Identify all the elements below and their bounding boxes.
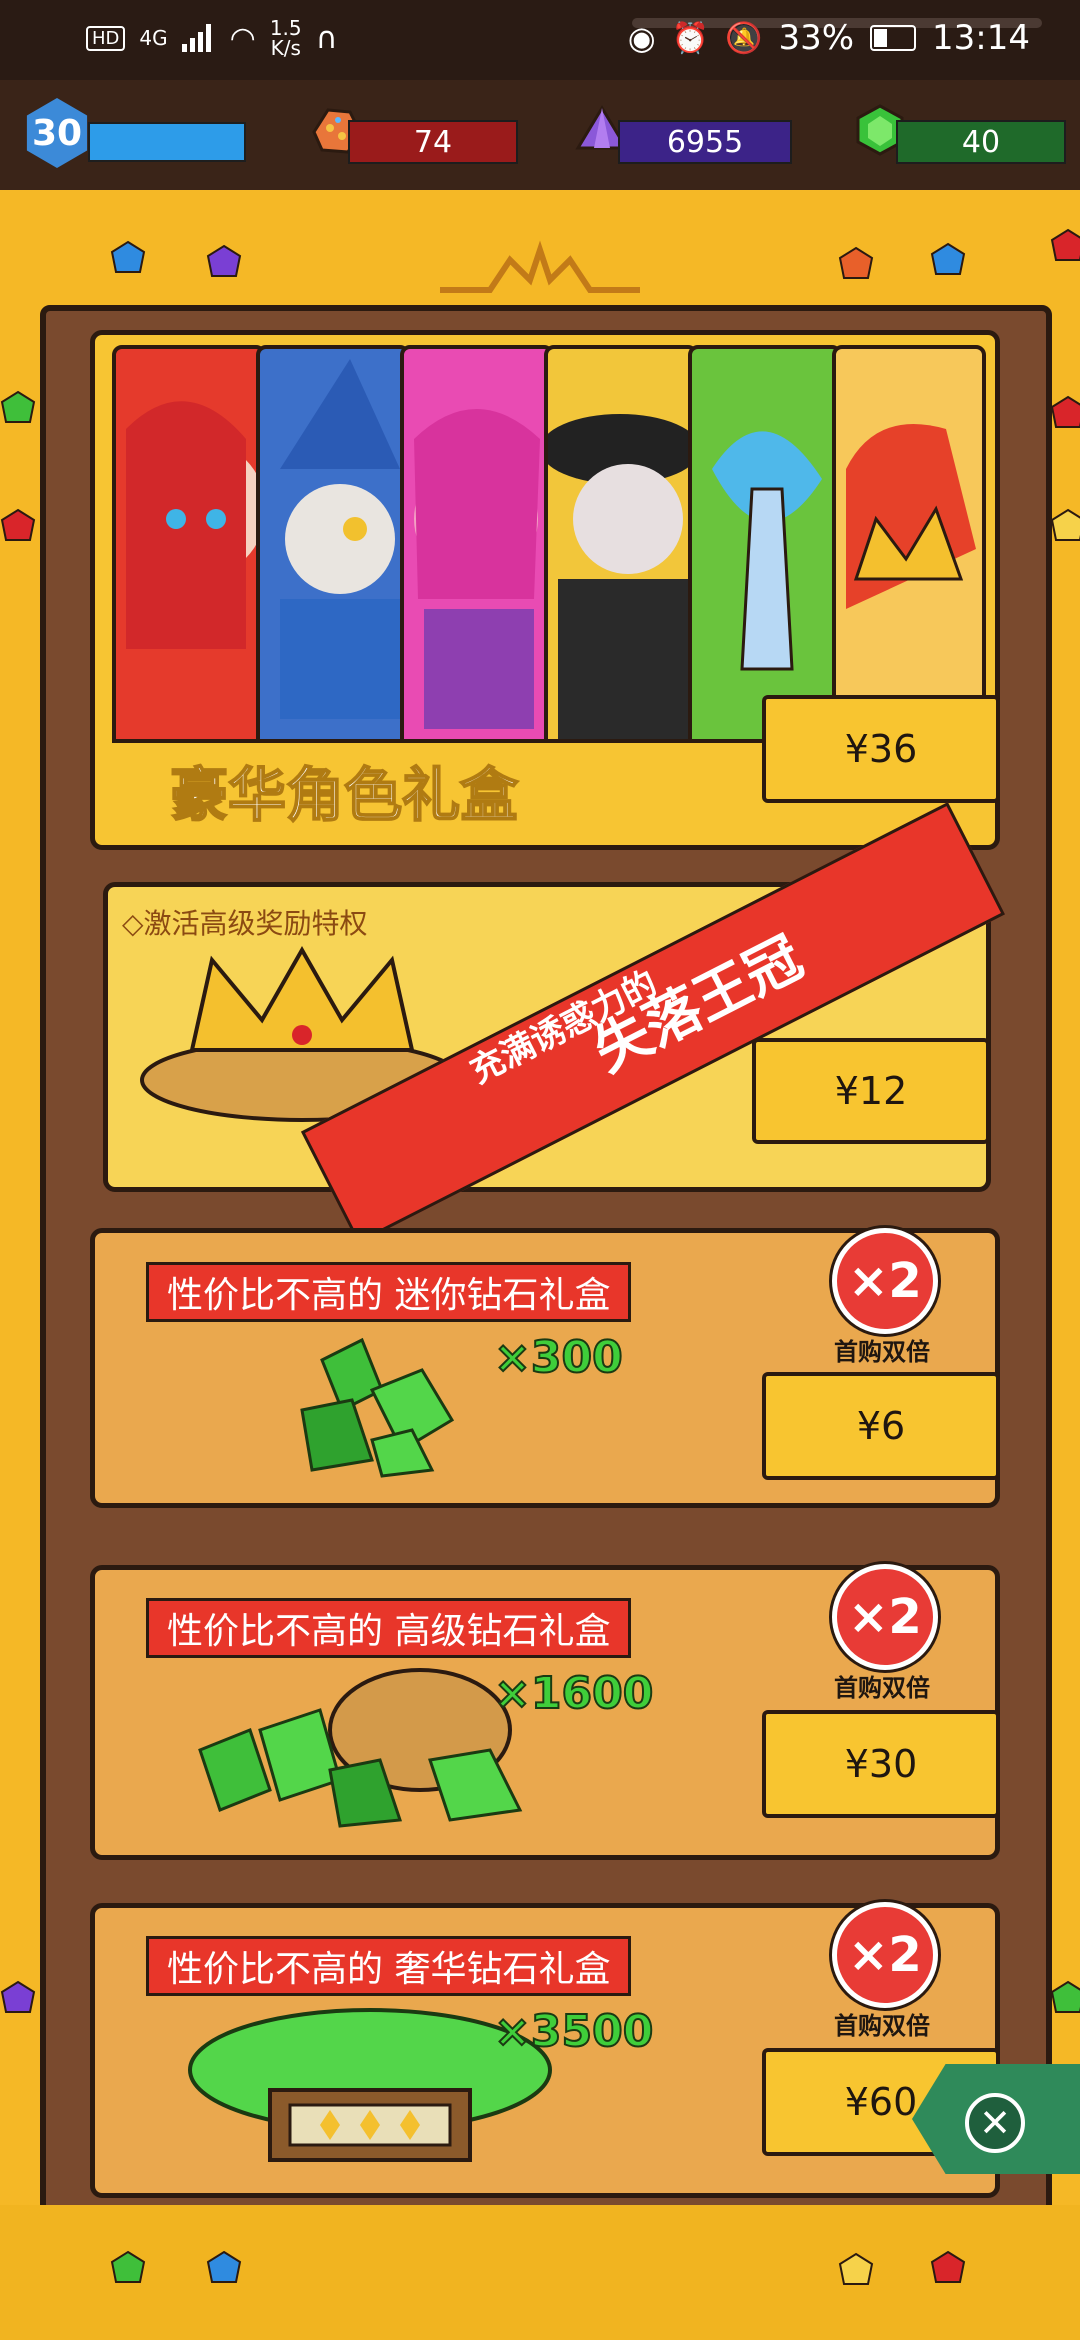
mini-gem-x2-caption: 首购双倍 bbox=[834, 1338, 930, 1366]
character-box-title: 豪华角色礼盒 bbox=[169, 760, 519, 830]
net-speed-unit: K/s bbox=[270, 36, 301, 60]
luxury-gem-title-text: 性价比不高的 奢华钻石礼盒 bbox=[167, 1949, 611, 1990]
frame-crest bbox=[440, 240, 640, 293]
clock: 13:14 bbox=[932, 18, 1030, 58]
network-type: 4G bbox=[139, 26, 168, 50]
gem-decor-icon bbox=[110, 2250, 146, 2283]
battery-percent: 33% bbox=[778, 18, 855, 58]
luxury-gem-price-label: ¥60 bbox=[844, 2080, 918, 2124]
luxury-gem-x2-caption: 首购双倍 bbox=[834, 2012, 930, 2040]
character-portrait-mermaid bbox=[112, 345, 266, 743]
gem-counter[interactable]: 40 bbox=[896, 120, 1066, 164]
gem-decor-icon bbox=[1050, 395, 1080, 428]
level-progress-bar bbox=[88, 122, 246, 162]
frame-bottom-border bbox=[0, 2205, 1080, 2340]
mini-gem-x2-badge: ×2 bbox=[832, 1228, 938, 1334]
resource-bar: 30 74 6955 40 bbox=[0, 80, 1080, 190]
mini-gem-pile-icon bbox=[300, 1337, 455, 1478]
gem-decor-icon bbox=[1050, 508, 1080, 541]
gem-decor-icon bbox=[930, 242, 966, 275]
net-speed-value: 1.5 bbox=[269, 16, 302, 40]
advanced-gem-price[interactable]: ¥30 bbox=[762, 1710, 1000, 1818]
net-speed: 1.5 K/s bbox=[270, 18, 302, 58]
advanced-gem-title-text: 性价比不高的 高级钻石礼盒 bbox=[167, 1611, 611, 1652]
luxury-gem-qty: ×3500 bbox=[493, 2005, 654, 2058]
character-portrait-sword bbox=[688, 345, 842, 743]
mini-gem-price-label: ¥6 bbox=[856, 1404, 906, 1448]
crystal-value: 6955 bbox=[666, 124, 744, 160]
character-box-price[interactable]: ¥36 bbox=[762, 695, 1000, 803]
advanced-gem-price-label: ¥30 bbox=[844, 1742, 918, 1786]
gem-decor-icon bbox=[838, 2252, 874, 2285]
character-box-price-label: ¥36 bbox=[844, 727, 918, 771]
battery-icon bbox=[870, 25, 917, 51]
signal-icon bbox=[181, 24, 216, 52]
character-portrait-demon bbox=[400, 345, 554, 743]
advanced-gem-qty: ×1600 bbox=[493, 1667, 654, 1720]
advanced-gem-title: 性价比不高的 高级钻石礼盒 bbox=[146, 1598, 632, 1658]
character-portrait-wizard bbox=[256, 345, 410, 743]
mini-gem-qty: ×300 bbox=[493, 1331, 624, 1384]
advanced-gem-x2-caption: 首购双倍 bbox=[834, 1674, 930, 1702]
level-badge[interactable]: 30 bbox=[26, 98, 88, 168]
wifi-icon: ◠ bbox=[229, 20, 256, 56]
gem-decor-icon bbox=[1050, 228, 1080, 261]
mini-gem-title-text: 性价比不高的 迷你钻石礼盒 bbox=[167, 1275, 611, 1316]
character-portrait-witch bbox=[544, 345, 698, 743]
crown-price[interactable]: ¥12 bbox=[752, 1038, 990, 1144]
crystal-counter[interactable]: 6955 bbox=[618, 120, 792, 164]
mute-bell-icon: 🔕 bbox=[725, 20, 763, 56]
hd-indicator: HD bbox=[86, 25, 126, 51]
ore-value: 74 bbox=[413, 124, 453, 160]
gem-decor-icon bbox=[206, 244, 242, 277]
luxury-gem-x2-badge: ×2 bbox=[832, 1902, 938, 2008]
headphone-icon: ∩ bbox=[315, 20, 338, 56]
status-left: HD 4G ◠ 1.5 K/s ∩ bbox=[86, 18, 338, 58]
gem-value: 40 bbox=[961, 124, 1001, 160]
status-bar: HD 4G ◠ 1.5 K/s ∩ ◉ ⏰ 🔕 33% 13:14 bbox=[0, 0, 1080, 80]
close-icon[interactable]: ✕ bbox=[965, 2093, 1025, 2153]
gem-decor-icon bbox=[0, 390, 36, 423]
gem-decor-icon bbox=[930, 2250, 966, 2283]
status-right: ◉ ⏰ 🔕 33% 13:14 bbox=[628, 18, 1030, 58]
eye-icon: ◉ bbox=[627, 19, 656, 57]
alarm-icon: ⏰ bbox=[671, 20, 710, 56]
ore-counter[interactable]: 74 bbox=[348, 120, 518, 164]
gem-decor-icon bbox=[206, 2250, 242, 2283]
gem-decor-icon bbox=[838, 246, 874, 279]
gem-decor-icon bbox=[1050, 1980, 1080, 2013]
mini-gem-title: 性价比不高的 迷你钻石礼盒 bbox=[146, 1262, 632, 1322]
gem-decor-icon bbox=[110, 240, 146, 273]
character-portrait-crown bbox=[832, 345, 986, 743]
luxury-gem-title: 性价比不高的 奢华钻石礼盒 bbox=[146, 1936, 632, 1996]
gem-decor-icon bbox=[0, 508, 36, 541]
mini-gem-price[interactable]: ¥6 bbox=[762, 1372, 1000, 1480]
gem-decor-icon bbox=[0, 1980, 36, 2013]
advanced-gem-x2-badge: ×2 bbox=[832, 1564, 938, 1670]
crown-price-label: ¥12 bbox=[834, 1069, 908, 1113]
